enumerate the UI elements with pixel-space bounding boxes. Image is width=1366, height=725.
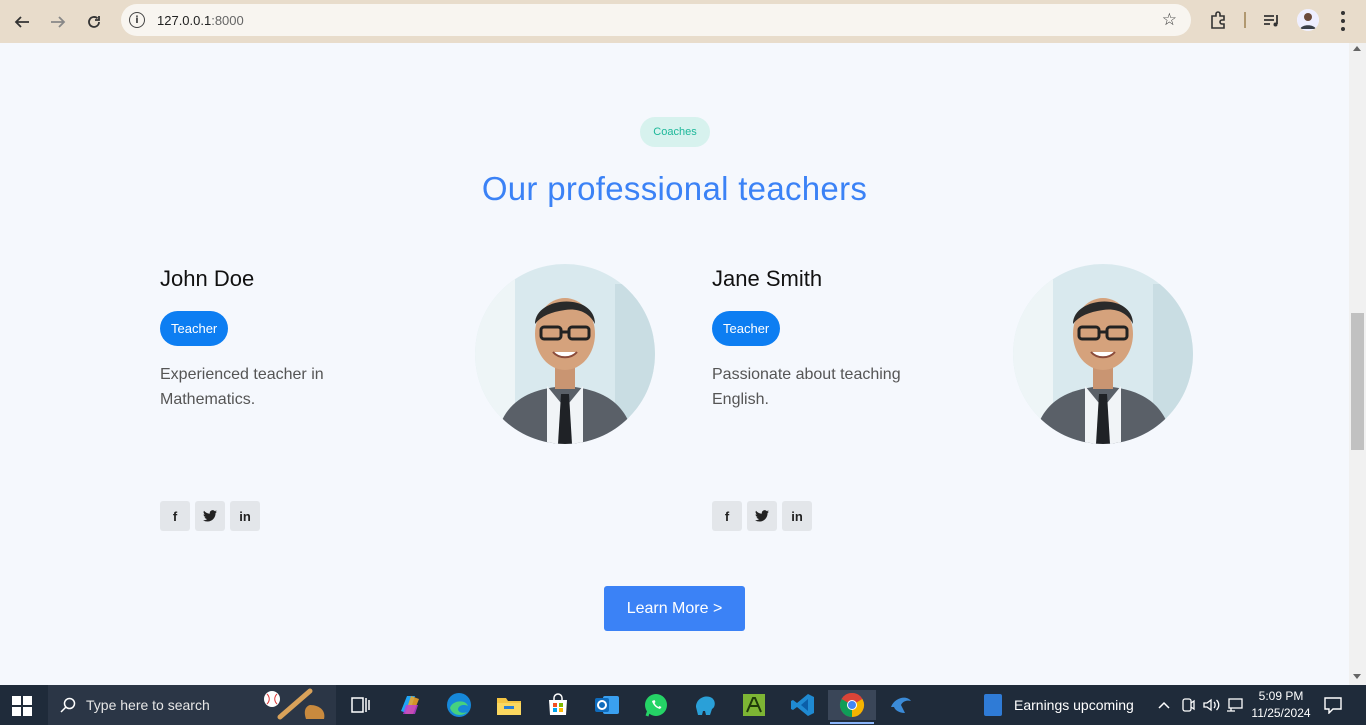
linkedin-icon: in	[239, 508, 251, 524]
clock-date: 11/25/2024	[1251, 706, 1311, 720]
teacher-role-badge: Teacher	[160, 311, 229, 346]
teacher-role-badge: Teacher	[712, 311, 781, 346]
news-text: Earnings upcoming	[1014, 697, 1134, 713]
address-bar[interactable]: i 127.0.0.1:8000 ☆	[121, 4, 1191, 36]
forward-button[interactable]	[40, 4, 76, 40]
news-widget[interactable]: Earnings upcoming	[984, 690, 1134, 720]
baseball-illustration-icon	[264, 688, 325, 720]
scroll-down-arrow-icon[interactable]	[1353, 674, 1361, 679]
site-info-icon[interactable]: i	[129, 12, 145, 28]
back-button[interactable]	[4, 4, 40, 40]
task-view-icon[interactable]	[346, 690, 376, 720]
news-icon	[984, 694, 1002, 716]
section-title: Our professional teachers	[481, 170, 868, 207]
twitter-icon	[755, 510, 769, 522]
twitter-icon	[203, 510, 217, 522]
taskbar-clock[interactable]: 5:09 PM 11/25/2024	[1248, 688, 1314, 722]
url-port: :8000	[211, 12, 244, 28]
media-control-icon[interactable]	[1262, 11, 1282, 31]
mysql-workbench-icon[interactable]	[690, 690, 720, 720]
clock-time: 5:09 PM	[1258, 689, 1304, 703]
chrome-active-indicator	[830, 722, 874, 724]
network-icon[interactable]	[1226, 697, 1244, 713]
teacher-description: Experienced teacher in Mathematics.	[160, 366, 324, 408]
teacher-description: Passionate about teaching English.	[712, 366, 901, 408]
browser-menu-icon[interactable]	[1336, 9, 1350, 33]
search-icon	[60, 697, 76, 713]
arrow-right-icon	[51, 15, 66, 28]
reload-button[interactable]	[76, 4, 112, 40]
whatsapp-icon[interactable]	[641, 690, 671, 720]
twitter-button[interactable]	[195, 501, 225, 531]
linkedin-icon: in	[791, 508, 803, 524]
vscode-icon[interactable]	[788, 690, 818, 720]
teacher-name: Jane Smith	[712, 266, 823, 291]
teacher-photo	[475, 264, 655, 444]
scrollbar-thumb[interactable]	[1351, 313, 1364, 450]
meet-now-icon[interactable]	[1180, 697, 1196, 713]
coaches-badge: Coaches	[640, 117, 710, 147]
dolphin-app-icon[interactable]	[886, 690, 916, 720]
chrome-taskbar-icon[interactable]	[828, 690, 876, 720]
teacher-photo	[1013, 264, 1193, 444]
app-icon-green[interactable]	[739, 690, 769, 720]
facebook-button[interactable]: f	[160, 501, 190, 531]
volume-icon[interactable]	[1202, 697, 1220, 713]
facebook-button[interactable]: f	[712, 501, 742, 531]
reload-icon	[88, 15, 100, 28]
copilot-icon[interactable]	[395, 690, 425, 720]
url-text[interactable]: 127.0.0.1:8000	[157, 13, 244, 28]
file-explorer-icon[interactable]	[494, 690, 524, 720]
windows-taskbar: Type here to search Earnings upcoming 5:…	[0, 685, 1366, 725]
arrow-left-icon	[14, 15, 29, 28]
facebook-icon: f	[724, 508, 730, 524]
scroll-up-arrow-icon[interactable]	[1353, 46, 1361, 51]
linkedin-button[interactable]: in	[782, 501, 812, 531]
profile-avatar-icon[interactable]	[1297, 9, 1319, 31]
system-tray	[1156, 685, 1244, 725]
learn-more-button[interactable]: Learn More >	[604, 586, 745, 631]
teacher-card: John Doe Teacher Experienced teacher in …	[160, 262, 660, 542]
taskbar-search[interactable]: Type here to search	[48, 685, 336, 725]
linkedin-button[interactable]: in	[230, 501, 260, 531]
extensions-icon[interactable]	[1208, 9, 1230, 31]
social-links: f in	[712, 501, 812, 531]
teacher-name: John Doe	[160, 266, 255, 291]
notification-center-icon[interactable]	[1324, 696, 1342, 714]
social-links: f in	[160, 501, 260, 531]
teacher-card: Jane Smith Teacher Passionate about teac…	[712, 262, 1212, 542]
url-host: 127.0.0.1	[157, 12, 212, 28]
microsoft-store-icon[interactable]	[543, 690, 573, 720]
windows-start-icon[interactable]	[12, 696, 32, 716]
edge-browser-icon[interactable]	[444, 690, 474, 720]
outlook-icon[interactable]	[592, 690, 622, 720]
toolbar-divider	[1244, 12, 1246, 28]
bookmark-star-icon[interactable]: ☆	[1162, 10, 1177, 30]
facebook-icon: f	[172, 508, 178, 524]
twitter-button[interactable]	[747, 501, 777, 531]
chevron-up-icon[interactable]	[1156, 697, 1172, 713]
search-placeholder: Type here to search	[86, 697, 210, 713]
